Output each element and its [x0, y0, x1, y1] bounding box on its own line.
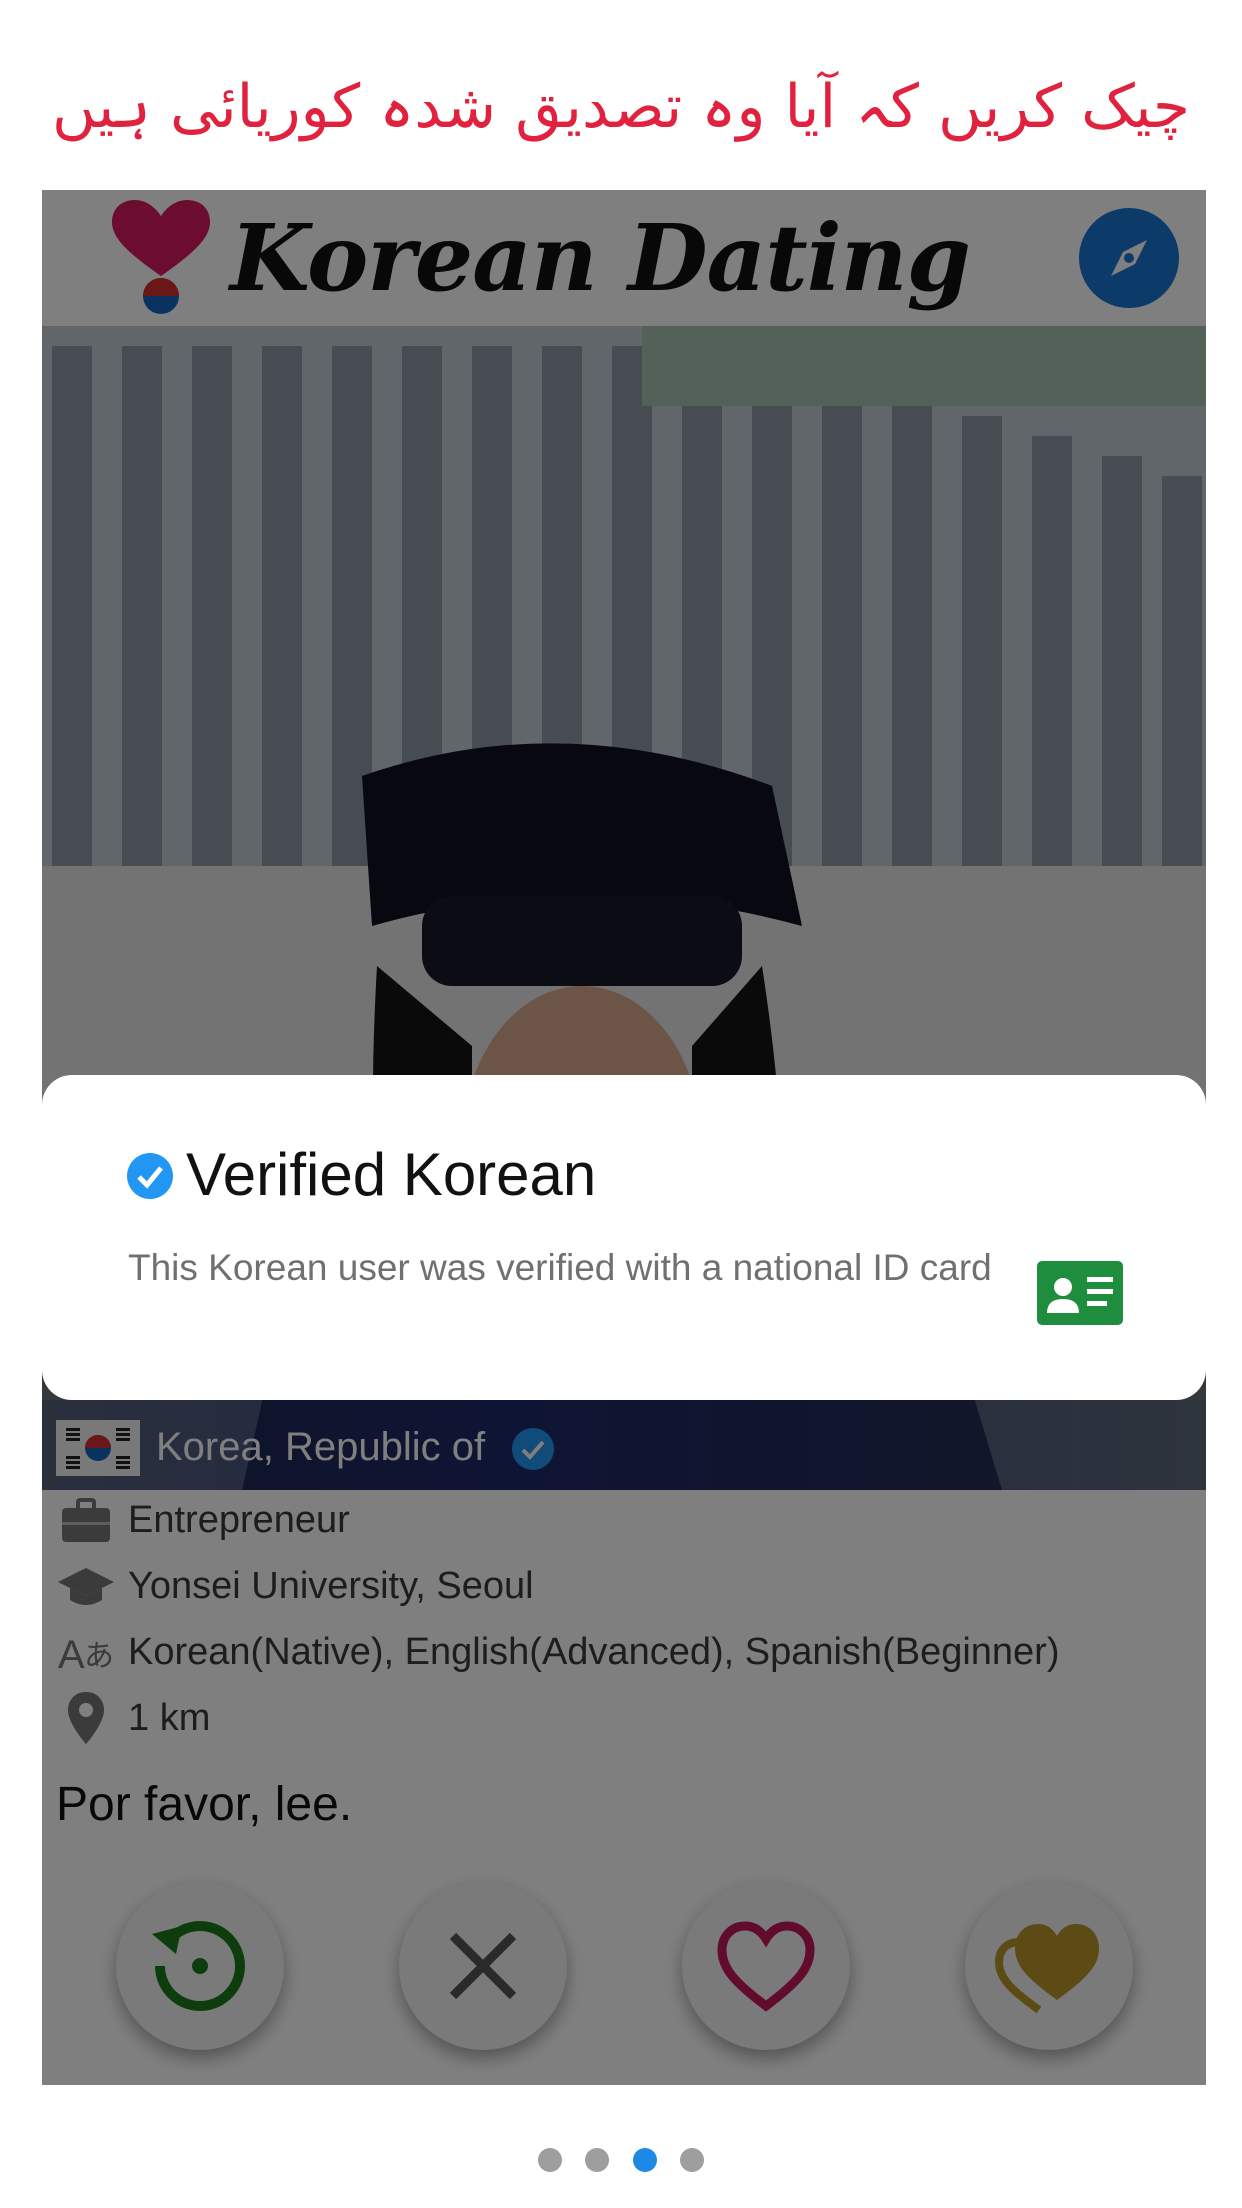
id-card-icon — [1037, 1261, 1123, 1325]
sheet-title: Verified Korean — [186, 1141, 597, 1208]
verified-info-sheet: Verified Korean This Korean user was ver… — [42, 1075, 1206, 1400]
sheet-description: This Korean user was verified with a nat… — [128, 1247, 992, 1288]
page-dot-active[interactable] — [632, 2148, 657, 2172]
page-dot[interactable] — [585, 2148, 610, 2172]
page-dot[interactable] — [538, 2148, 563, 2172]
app-screen: Korean Dating — [42, 190, 1206, 2085]
page-indicator — [0, 2148, 1242, 2174]
page-dot[interactable] — [679, 2148, 704, 2172]
promo-headline: چیک کریں کہ آیا وہ تصدیق شدہ کوریائی ہیں — [51, 72, 1191, 142]
verified-badge-icon — [127, 1153, 173, 1199]
